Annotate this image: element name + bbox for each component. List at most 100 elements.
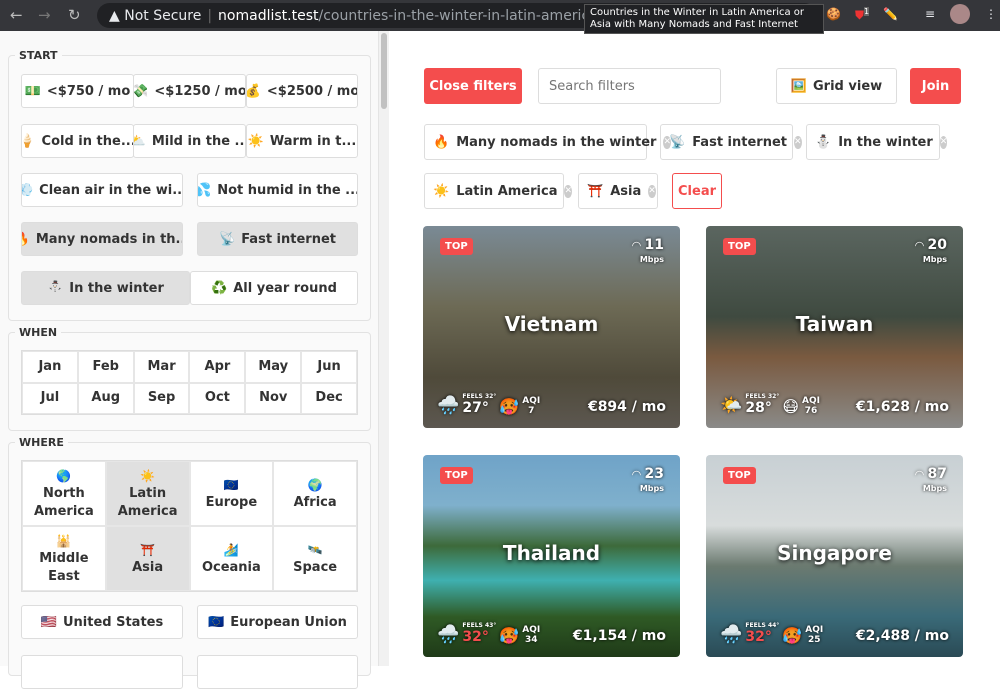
country-card[interactable]: TOP ◠ 11 Mbps Vietnam 🌧️ FEELS 32° 27° 🥵 AQI 7…	[423, 226, 680, 428]
internet-speed: ◠ 23 Mbps	[632, 466, 664, 493]
close-filters-button[interactable]: Close filters	[424, 68, 522, 104]
month-sep[interactable]: Sep	[133, 382, 190, 414]
remove-filter-icon[interactable]: ✕	[648, 184, 656, 198]
top-badge: TOP	[440, 467, 473, 484]
back-icon[interactable]: ←	[10, 6, 23, 24]
avatar[interactable]	[950, 4, 970, 24]
monthly-cost: €894 / mo	[587, 399, 666, 415]
month-dec[interactable]: Dec	[301, 382, 357, 414]
filter-icon: ⛄	[47, 280, 64, 296]
air-filter-button[interactable]: 💦 Not humid in the ...	[197, 173, 358, 207]
nomad-filter-button[interactable]: 🔥 Many nomads in th...	[21, 222, 183, 256]
month-nov[interactable]: Nov	[245, 382, 302, 414]
climate-filter-button[interactable]: ⛅ Mild in the ...	[133, 124, 246, 158]
filter-label: European Union	[230, 614, 347, 630]
weather-icon: 🌧️	[437, 395, 460, 416]
temperature: 27°	[462, 400, 489, 416]
feels-like: FEELS 43°	[462, 622, 497, 629]
css-extension-icon[interactable]: ✏️	[883, 7, 898, 21]
region-button[interactable]: ☀️ Latin America	[105, 461, 190, 526]
month-apr[interactable]: Apr	[189, 351, 246, 383]
region-button[interactable]: 🇪🇺 Europe	[189, 461, 274, 526]
region-button[interactable]: 🏄 Oceania	[189, 526, 274, 591]
budget-filter-button[interactable]: 💰 <$2500 / mo	[246, 74, 358, 108]
month-feb[interactable]: Feb	[77, 351, 134, 383]
sidebar-scrollbar[interactable]	[378, 31, 389, 666]
section-title: WHEN	[19, 326, 58, 339]
active-filter-chip[interactable]: ☀️ Latin America ✕	[424, 173, 573, 209]
remove-filter-icon[interactable]: ✕	[939, 135, 948, 149]
top-badge: TOP	[723, 238, 756, 255]
air-filter-button[interactable]: 💨 Clean air in the wi...	[21, 173, 183, 207]
nomad-filter-button[interactable]: 📡 Fast internet	[197, 222, 358, 256]
wifi-icon: ◠	[915, 468, 928, 481]
monthly-cost: €2,488 / mo	[855, 628, 949, 644]
country-card[interactable]: TOP ◠ 87 Mbps Singapore 🌧️ FEELS 44° 32° 🥵 AQ…	[706, 455, 963, 657]
filter-label: In the winter	[69, 280, 164, 296]
month-jul[interactable]: Jul	[22, 382, 78, 414]
region-icon: ⛩️	[140, 542, 156, 557]
month-oct[interactable]: Oct	[189, 382, 246, 414]
filter-icon: ☀️	[247, 133, 264, 149]
season-toggle-button[interactable]: ⛄ In the winter	[21, 271, 190, 305]
join-button[interactable]: Join	[910, 68, 961, 104]
region-button[interactable]: 🌍 Africa	[273, 461, 357, 526]
budget-filter-button[interactable]: 💵 <$750 / mo	[21, 74, 134, 108]
country-group-button[interactable]: 🇺🇸 United States	[21, 605, 183, 639]
country-card[interactable]: TOP ◠ 20 Mbps Taiwan 🌤️ FEELS 32° 28° 😷 AQI 76…	[706, 226, 963, 428]
aqi-value: 76	[804, 406, 818, 416]
climate-filter-button[interactable]: ☀️ Warm in t...	[246, 124, 358, 158]
region-icon: 🌍	[307, 477, 323, 492]
weather-info: 🌧️ FEELS 44° 32° 🥵 AQI 25	[720, 622, 824, 645]
aqi-value: 25	[807, 635, 821, 645]
month-jun[interactable]: Jun	[301, 351, 357, 383]
region-grid: 🌎 North America ☀️ Latin America 🇪🇺 Europe 🌍 Af…	[21, 460, 358, 592]
filter-icon: 🔥	[22, 232, 30, 247]
filter-label: In the winter	[838, 134, 933, 150]
country-group-button[interactable]: 🇪🇺 European Union	[197, 605, 358, 639]
filter-icon: ⛄	[815, 134, 832, 150]
active-filter-chip[interactable]: ⛄ In the winter ✕	[806, 124, 948, 160]
region-button[interactable]: ⛩️ Asia	[105, 526, 190, 591]
media-icon[interactable]: ≡	[925, 7, 935, 21]
menu-icon[interactable]: ⋮	[985, 7, 997, 21]
filter-label: <$1250 / mo	[154, 83, 246, 99]
picture-icon: 🖼️	[790, 78, 808, 94]
ublock-icon[interactable]: ⛊1	[855, 7, 870, 23]
clear-filters-button[interactable]: Clear	[672, 173, 722, 209]
month-aug[interactable]: Aug	[77, 382, 134, 414]
filter-icon: 💰	[246, 83, 261, 99]
filter-label: <$750 / mo	[46, 83, 131, 99]
region-button[interactable]: 🌎 North America	[22, 461, 106, 526]
region-button[interactable]: 🕌 Middle East	[22, 526, 106, 591]
section-title: START	[19, 49, 58, 62]
filter-icon: ☀️	[433, 183, 450, 199]
budget-filter-button[interactable]: 💸 <$1250 / mo	[133, 74, 246, 108]
forward-icon[interactable]: →	[38, 6, 51, 24]
country-card[interactable]: TOP ◠ 23 Mbps Thailand 🌧️ FEELS 43° 32° 🥵 AQI…	[423, 455, 680, 657]
temperature: 32°	[745, 629, 772, 645]
grid-view-button[interactable]: 🖼️ Grid view	[776, 68, 897, 104]
remove-filter-icon[interactable]: ✕	[564, 184, 573, 198]
feels-like: FEELS 44°	[745, 622, 780, 629]
month-may[interactable]: May	[245, 351, 302, 383]
remove-filter-icon[interactable]: ✕	[794, 135, 802, 149]
month-mar[interactable]: Mar	[133, 351, 190, 383]
month-jan[interactable]: Jan	[22, 351, 78, 383]
reload-icon[interactable]: ↻	[68, 6, 81, 24]
filter-icon: 🔥	[433, 134, 450, 150]
region-button[interactable]: 🛰️ Space	[273, 526, 357, 591]
filter-icon: 💸	[133, 83, 149, 99]
active-filter-chip[interactable]: 📡 Fast internet ✕	[660, 124, 802, 160]
region-label: Latin America	[117, 485, 178, 519]
weather-info: 🌧️ FEELS 32° 27° 🥵 AQI 7	[437, 393, 541, 416]
season-toggle-button[interactable]: ♻️ All year round	[190, 271, 358, 305]
cookie-extension-icon[interactable]: 🍪	[826, 7, 841, 21]
aqi-icon: 🥵	[499, 626, 520, 645]
region-label: Europe	[205, 494, 258, 510]
active-filter-chip[interactable]: ⛩️ Asia ✕	[578, 173, 658, 209]
active-filter-chip[interactable]: 🔥 Many nomads in the winter ✕	[424, 124, 671, 160]
climate-filter-button[interactable]: 🍦 Cold in the...	[21, 124, 134, 158]
filter-label: <$2500 / mo	[266, 83, 358, 99]
search-filters-input[interactable]	[538, 68, 721, 104]
